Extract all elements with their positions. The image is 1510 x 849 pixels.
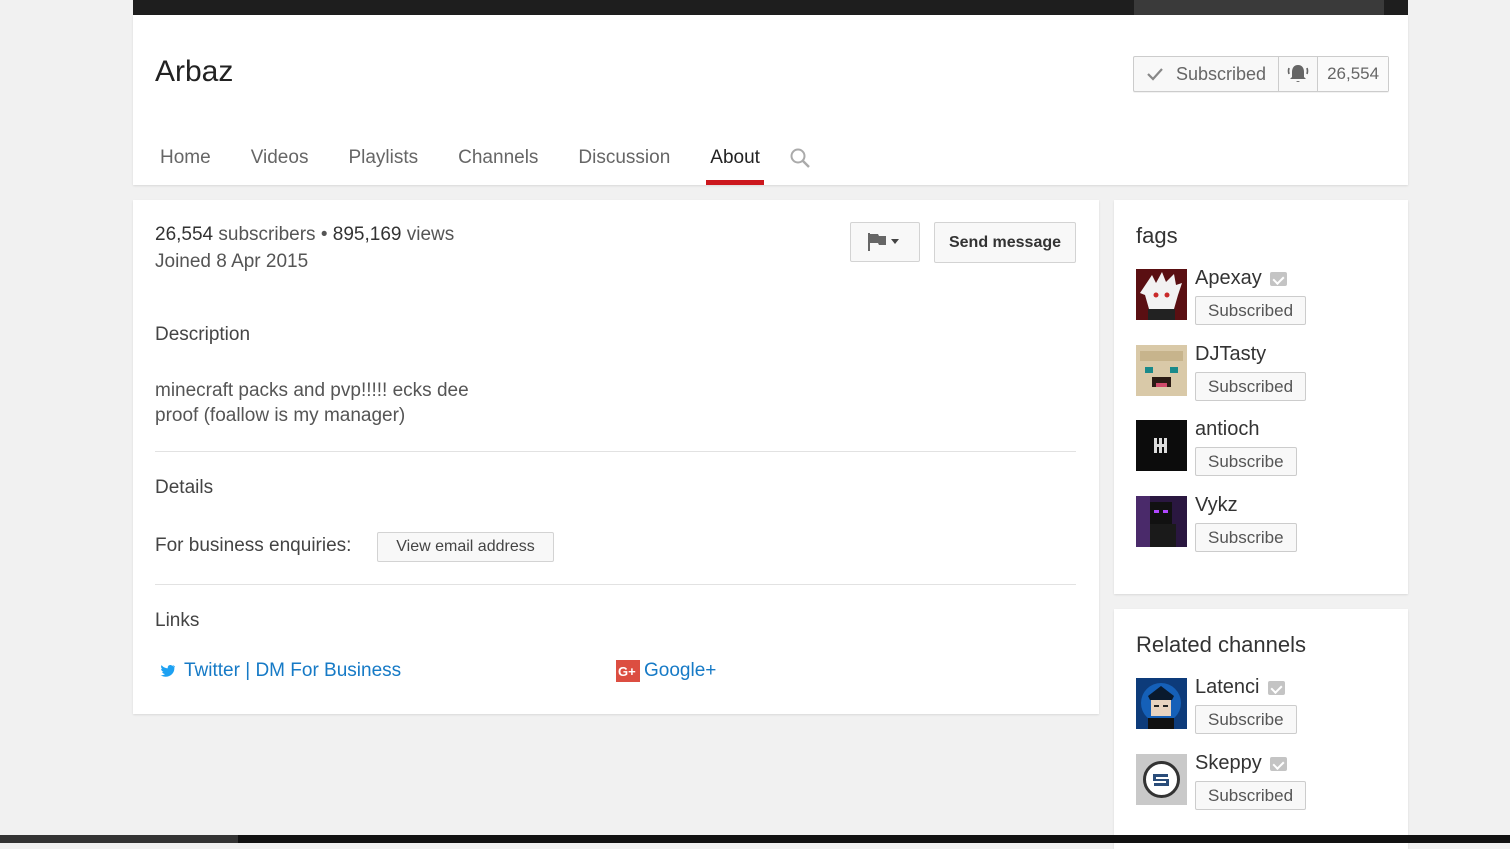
view-email-button[interactable]: View email address	[377, 532, 554, 562]
channel-name-label[interactable]: antioch	[1195, 418, 1260, 441]
twitter-link-label: Twitter | DM For Business	[184, 660, 402, 681]
featured-channels-panel: fags Apexay Subscribed DJTasty Subscribe…	[1114, 200, 1408, 594]
subscriber-count: 26,554	[1318, 57, 1389, 91]
subscribe-button[interactable]: Subscribe	[1195, 705, 1297, 734]
google-plus-icon: G+	[616, 660, 640, 682]
channel-name-label[interactable]: Latenci	[1195, 676, 1285, 699]
google-plus-link[interactable]: G+ Google+	[616, 660, 716, 682]
subscribed-label: Subscribed	[1176, 63, 1267, 84]
channel-name-text: Skeppy	[1195, 752, 1262, 774]
bell-icon	[1287, 65, 1309, 82]
featured-channels-title: fags	[1136, 223, 1178, 248]
check-icon	[1147, 68, 1163, 81]
verified-icon	[1269, 271, 1287, 286]
channel-header: Arbaz Subscribed 26,554 Home Videos Play…	[133, 15, 1408, 185]
channel-description: minecraft packs and pvp!!!!! ecks dee pr…	[155, 378, 469, 428]
tab-about[interactable]: About	[690, 137, 780, 185]
subscribe-button[interactable]: Subscribe	[1195, 523, 1297, 552]
joined-date: Joined 8 Apr 2015	[155, 251, 309, 272]
subscribed-button[interactable]: Subscribed	[1195, 781, 1307, 810]
views-word: views	[406, 224, 455, 245]
subscribed-button[interactable]: Subscribed	[1134, 57, 1280, 91]
channel-name-label[interactable]: DJTasty	[1195, 343, 1266, 366]
description-line: minecraft packs and pvp!!!!! ecks dee	[155, 380, 469, 401]
subscribe-button[interactable]: Subscribe	[1195, 447, 1297, 476]
verified-icon	[1269, 756, 1287, 771]
svg-text:G+: G+	[618, 664, 636, 679]
avatar[interactable]	[1136, 345, 1187, 396]
taskbar-segment	[0, 835, 238, 843]
description-line: proof (foallow is my manager)	[155, 405, 406, 426]
related-channels-panel: Related channels Latenci Subscribe Skepp…	[1114, 609, 1408, 849]
avatar[interactable]	[1136, 754, 1187, 805]
channel-name-label[interactable]: Skeppy	[1195, 752, 1287, 775]
channel-name-text: Latenci	[1195, 676, 1260, 698]
subscribed-button[interactable]: Subscribed	[1195, 372, 1307, 401]
related-channels-title: Related channels	[1136, 632, 1307, 657]
report-flag-button[interactable]	[850, 222, 920, 262]
about-panel: 26,554 subscribers • 895,169 views Joine…	[133, 200, 1099, 714]
details-heading: Details	[155, 477, 214, 498]
subscribers-number: 26,554	[155, 224, 214, 245]
notification-bell-button[interactable]	[1279, 57, 1319, 91]
send-message-button[interactable]: Send message	[934, 222, 1076, 263]
tab-home[interactable]: Home	[140, 137, 231, 185]
avatar[interactable]	[1136, 269, 1187, 320]
verified-icon	[1267, 680, 1285, 695]
avatar[interactable]	[1136, 496, 1187, 547]
channel-name-text: DJTasty	[1195, 343, 1267, 365]
channel-name-label[interactable]: Vykz	[1195, 494, 1238, 517]
avatar[interactable]	[1136, 420, 1187, 471]
description-heading: Description	[155, 324, 251, 345]
subscribers-word: subscribers	[218, 224, 316, 245]
twitter-icon	[160, 664, 176, 678]
tab-channels[interactable]: Channels	[438, 137, 558, 185]
subscribe-group: Subscribed 26,554	[1133, 56, 1390, 92]
stats-separator: •	[320, 224, 328, 245]
business-enquiries-label: For business enquiries:	[155, 535, 352, 556]
google-plus-link-label: Google+	[644, 660, 717, 681]
channel-name-text: antioch	[1195, 418, 1260, 440]
twitter-link[interactable]: Twitter | DM For Business	[160, 660, 401, 682]
divider	[155, 451, 1076, 452]
channel-name: Arbaz	[155, 55, 234, 88]
divider	[155, 584, 1076, 585]
views-number: 895,169	[332, 224, 402, 245]
banner-links-overlay	[1134, 0, 1384, 15]
tab-videos[interactable]: Videos	[231, 137, 329, 185]
channel-name-text: Apexay	[1195, 267, 1262, 289]
tab-discussion[interactable]: Discussion	[558, 137, 690, 185]
channel-name-text: Vykz	[1195, 494, 1238, 516]
subscribed-button[interactable]: Subscribed	[1195, 296, 1307, 325]
search-icon	[790, 148, 810, 168]
channel-stats: 26,554 subscribers • 895,169 views	[155, 224, 454, 246]
avatar[interactable]	[1136, 678, 1187, 729]
channel-search-button[interactable]	[780, 137, 820, 179]
tab-playlists[interactable]: Playlists	[328, 137, 438, 185]
channel-tabs: Home Videos Playlists Channels Discussio…	[140, 137, 820, 185]
links-heading: Links	[155, 610, 200, 631]
flag-icon	[868, 233, 899, 251]
channel-name-label[interactable]: Apexay	[1195, 267, 1287, 290]
